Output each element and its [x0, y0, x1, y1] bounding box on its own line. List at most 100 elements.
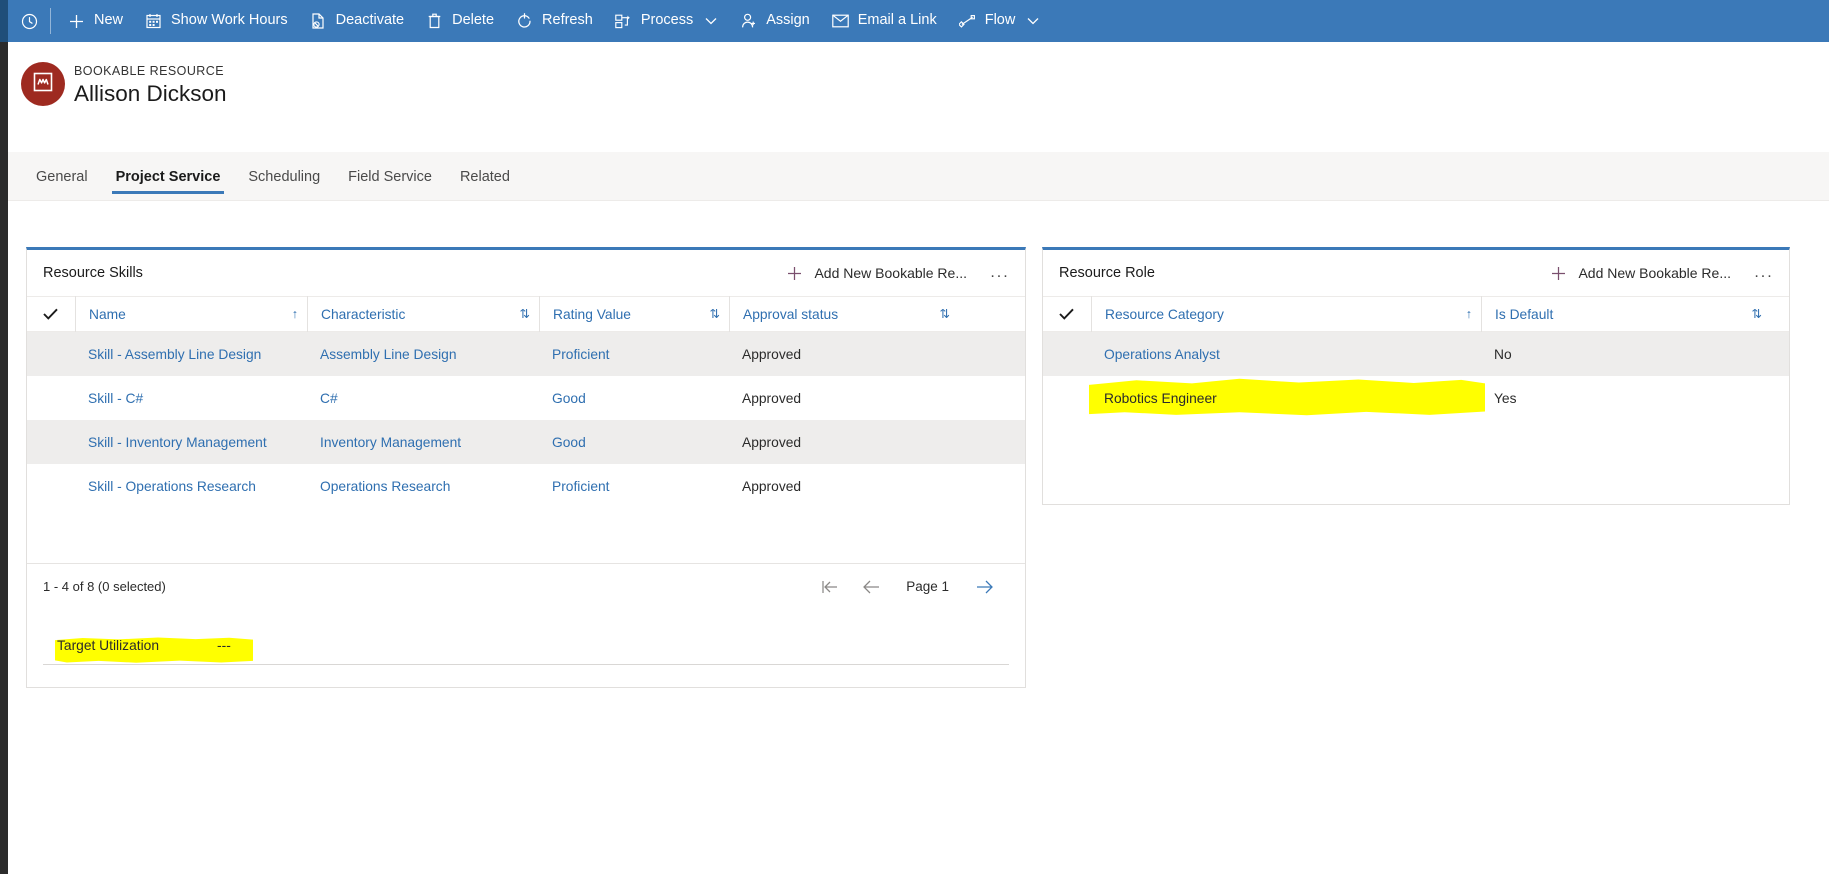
skills-column-header-characteristic[interactable]: Characteristic ⇅	[307, 296, 539, 332]
skill-name-cell[interactable]: Skill - Inventory Management	[75, 420, 307, 464]
sort-both-icon: ⇅	[1751, 306, 1762, 321]
tab-field-service[interactable]: Field Service	[334, 153, 446, 200]
process-button[interactable]: Process	[604, 0, 729, 42]
flow-button[interactable]: Flow	[948, 0, 1052, 42]
is-default-cell: Yes	[1494, 390, 1517, 406]
table-row[interactable]: Skill - C# C# Good Approved	[27, 376, 1025, 420]
skill-name-cell[interactable]: Skill - Assembly Line Design	[75, 332, 307, 376]
tab-scheduling[interactable]: Scheduling	[234, 153, 334, 200]
skill-approval-cell: Approved	[742, 346, 802, 362]
table-row[interactable]: Skill - Assembly Line Design Assembly Li…	[27, 332, 1025, 376]
role-column-header-resource-category-label: Resource Category	[1105, 306, 1224, 322]
role-column-header-is-default[interactable]: Is Default ⇅	[1481, 296, 1771, 332]
deactivate-label: Deactivate	[335, 12, 405, 29]
show-work-hours-label: Show Work Hours	[171, 12, 288, 29]
pagination-controls: Page 1	[810, 570, 1003, 604]
app-root: New Show Work Hours Deactivate Delete Re…	[0, 0, 1829, 874]
sort-ascending-icon: ↑	[1465, 306, 1472, 321]
flow-label: Flow	[984, 12, 1016, 29]
table-row[interactable]: Robotics Engineer Yes	[1043, 376, 1789, 420]
skills-column-header-rating-value[interactable]: Rating Value ⇅	[539, 296, 729, 332]
refresh-button[interactable]: Refresh	[505, 0, 604, 42]
table-row[interactable]: Skill - Operations Research Operations R…	[27, 464, 1025, 508]
previous-page-button[interactable]	[852, 570, 890, 604]
skills-column-header-characteristic-label: Characteristic	[321, 306, 406, 322]
tab-scheduling-label: Scheduling	[248, 168, 321, 185]
plus-icon	[1551, 266, 1566, 281]
tab-project-service[interactable]: Project Service	[102, 153, 235, 200]
tab-general[interactable]: General	[22, 153, 102, 200]
skill-rating-cell[interactable]: Good	[539, 420, 729, 464]
deactivate-button[interactable]: Deactivate	[299, 0, 416, 42]
plus-icon	[68, 13, 85, 30]
skill-name-cell[interactable]: Skill - Operations Research	[75, 464, 307, 508]
next-page-button[interactable]	[965, 570, 1003, 604]
target-utilization-value[interactable]: ---	[217, 638, 231, 653]
resource-category-cell[interactable]: Robotics Engineer	[1091, 376, 1481, 420]
resource-category-cell[interactable]: Operations Analyst	[1091, 332, 1481, 376]
skills-grid-footer: 1 - 4 of 8 (0 selected) Page 1	[27, 563, 1025, 609]
skill-characteristic-cell[interactable]: C#	[307, 376, 539, 420]
skill-name-cell[interactable]: Skill - C#	[75, 376, 307, 420]
skills-more-commands-button[interactable]: ...	[983, 258, 1017, 288]
skill-rating-cell[interactable]: Proficient	[539, 464, 729, 508]
role-column-header-resource-category[interactable]: Resource Category ↑	[1091, 296, 1481, 332]
new-button-label: New	[94, 12, 124, 29]
assign-button[interactable]: Assign	[729, 0, 821, 42]
person-add-icon	[740, 13, 757, 30]
select-all-checkbox[interactable]	[1059, 308, 1091, 320]
skills-column-header-approval-status[interactable]: Approval status ⇅	[729, 296, 959, 332]
skill-characteristic-cell[interactable]: Operations Research	[307, 464, 539, 508]
role-more-commands-button[interactable]: ...	[1747, 258, 1781, 288]
delete-button[interactable]: Delete	[415, 0, 505, 42]
left-navigation-rail	[0, 0, 8, 874]
left-rail-top-accent	[0, 0, 8, 42]
refresh-label: Refresh	[542, 12, 593, 29]
skill-rating-cell[interactable]: Proficient	[539, 332, 729, 376]
table-row[interactable]: Operations Analyst No	[1043, 332, 1789, 376]
resource-role-title: Resource Role	[1059, 265, 1155, 281]
flow-icon	[958, 13, 976, 30]
email-a-link-button[interactable]: Email a Link	[821, 0, 948, 42]
file-block-icon	[310, 13, 327, 30]
bookable-resource-icon	[32, 71, 54, 98]
table-row[interactable]: Skill - Inventory Management Inventory M…	[27, 420, 1025, 464]
skills-grid-header-row: Name ↑ Characteristic ⇅ Rating Value ⇅ A…	[27, 296, 1025, 332]
first-page-button[interactable]	[810, 570, 848, 604]
show-work-hours-button[interactable]: Show Work Hours	[134, 0, 299, 42]
resource-role-grid: Resource Category ↑ Is Default ⇅ Operati…	[1043, 296, 1789, 420]
resource-skills-title: Resource Skills	[43, 265, 143, 281]
resource-role-header: Resource Role Add New Bookable Re... ...	[1043, 250, 1789, 296]
resource-skills-panel: Resource Skills Add New Bookable Re... .…	[26, 247, 1026, 688]
tab-strip: General Project Service Scheduling Field…	[8, 152, 1829, 201]
new-button[interactable]: New	[57, 0, 134, 42]
skills-column-header-rating-value-label: Rating Value	[553, 306, 631, 322]
select-all-checkbox[interactable]	[43, 308, 75, 320]
skills-add-new-button[interactable]: Add New Bookable Re...	[777, 260, 977, 286]
ellipsis-icon: ...	[1754, 264, 1774, 281]
email-a-link-label: Email a Link	[857, 12, 937, 29]
skills-column-header-name-label: Name	[89, 306, 126, 322]
sort-both-icon: ⇅	[519, 306, 530, 321]
sort-both-icon: ⇅	[939, 306, 950, 321]
target-utilization-label: Target Utilization	[57, 638, 159, 653]
resource-role-actions: Add New Bookable Re... ...	[1541, 258, 1781, 288]
skills-column-header-name[interactable]: Name ↑	[75, 296, 307, 332]
form-body: Resource Skills Add New Bookable Re... .…	[8, 201, 1829, 874]
ellipsis-icon: ...	[990, 264, 1010, 281]
page-title: Allison Dickson	[74, 81, 227, 106]
plus-icon	[787, 266, 802, 281]
tab-related[interactable]: Related	[446, 153, 524, 200]
skill-characteristic-cell[interactable]: Inventory Management	[307, 420, 539, 464]
role-add-new-button[interactable]: Add New Bookable Re...	[1541, 260, 1741, 286]
command-bar-divider	[50, 8, 51, 34]
skill-rating-cell[interactable]: Good	[539, 376, 729, 420]
clock-icon[interactable]	[8, 0, 50, 42]
record-count-label: 1 - 4 of 8 (0 selected)	[43, 579, 166, 594]
avatar	[21, 62, 65, 106]
sort-both-icon: ⇅	[709, 306, 720, 321]
trash-icon	[426, 13, 443, 30]
skill-characteristic-cell[interactable]: Assembly Line Design	[307, 332, 539, 376]
resource-skills-actions: Add New Bookable Re... ...	[777, 258, 1017, 288]
skill-approval-cell: Approved	[742, 390, 802, 406]
